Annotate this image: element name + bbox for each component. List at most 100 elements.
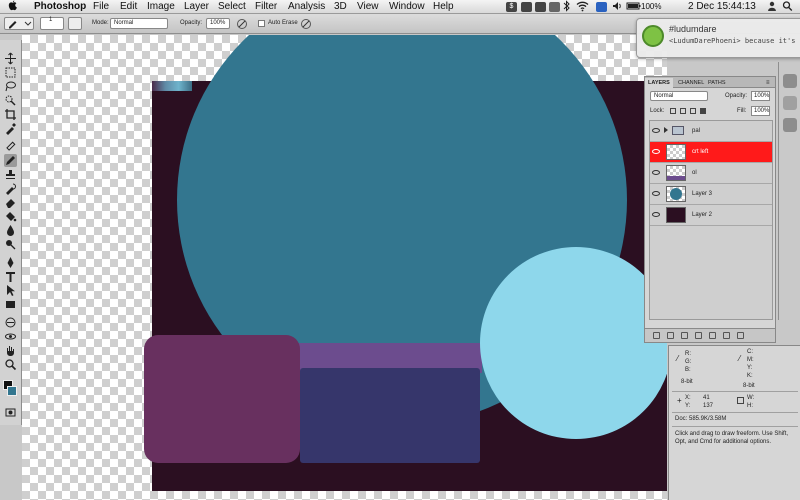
adjustment-layer-icon[interactable] [695,332,702,339]
lock-transparency-icon[interactable] [670,108,676,114]
info-panel: ⁄ R: G: B: ⁄ C: M: Y: K: 8-bit 8-bit + X… [668,345,800,500]
document-canvas[interactable] [22,35,667,500]
background-color-swatch[interactable] [7,386,17,396]
blend-mode-select[interactable]: Normal [650,91,708,101]
link-layers-icon[interactable] [653,332,660,339]
visibility-eye-icon[interactable] [652,212,660,217]
palette-pixels [152,81,192,91]
visibility-eye-icon[interactable] [652,149,660,154]
layer-row-layer-3[interactable]: Layer 3 [650,184,772,205]
apple-icon[interactable] [8,0,17,15]
delete-layer-icon[interactable] [737,332,744,339]
layers-panel-icon[interactable] [783,96,797,110]
status-pause-icon[interactable] [549,2,560,12]
layer-row-ol[interactable]: ol [650,163,772,184]
paint-bucket-tool-icon[interactable] [4,210,17,223]
menu-view[interactable]: View [357,0,379,14]
pen-tool-icon[interactable] [4,256,17,269]
brush-size-picker[interactable]: 1 [40,17,64,30]
input-flag-icon[interactable] [596,2,607,12]
layer-opacity-input[interactable]: 100% [751,91,770,101]
tablet-pressure-icon[interactable] [236,17,248,30]
status-dollar-icon[interactable]: $ [506,2,517,12]
new-group-icon[interactable] [709,332,716,339]
layer-thumbnail [666,186,686,202]
tab-layers[interactable]: LAYERS [645,78,673,88]
eyedropper-tool-icon[interactable] [4,122,17,135]
layers-list: pal crt left ol Layer 3 Layer 2 [649,120,773,320]
tablet-size-icon[interactable] [300,17,312,30]
zoom-tool-icon[interactable] [4,358,17,371]
lock-pixels-icon[interactable] [680,108,686,114]
lock-label: Lock: [650,108,665,114]
3d-rotate-tool-icon[interactable] [4,316,17,329]
menu-filter[interactable]: Filter [255,0,277,14]
clone-stamp-tool-icon[interactable] [4,168,17,181]
pencil-tool-icon[interactable] [4,154,17,167]
opacity-label: Opacity: [180,20,203,26]
layer-row-layer-2[interactable]: Layer 2 [650,205,772,226]
shape-tool-icon[interactable] [4,298,17,311]
photoshop-window: Photoshop File Edit Image Layer Select F… [0,0,800,500]
opacity-input[interactable]: 100% [206,18,230,29]
growl-notification[interactable]: #ludumdare <LudumDarePhoeni> because it'… [636,18,800,58]
menu-layer[interactable]: Layer [184,0,209,14]
blur-tool-icon[interactable] [4,224,17,237]
menu-app-photoshop[interactable]: Photoshop [34,0,86,14]
type-tool-icon[interactable] [4,270,17,283]
add-mask-icon[interactable] [681,332,688,339]
brush-size-value: 1 [49,17,53,23]
lasso-tool-icon[interactable] [4,80,17,93]
hand-tool-icon[interactable] [4,344,17,357]
status-app-icon[interactable] [521,2,532,12]
layer-row-pal[interactable]: pal [650,121,772,142]
panel-menu-icon[interactable]: ≡ [763,78,773,88]
dodge-tool-icon[interactable] [4,238,17,251]
visibility-eye-icon[interactable] [652,128,660,133]
info-r-label: R: [685,351,691,357]
info-x-label: X: [685,395,691,401]
adjustments-panel-icon[interactable] [783,118,797,132]
menu-help[interactable]: Help [433,0,454,14]
clock[interactable]: 2 Dec 15:44:13 [688,0,756,14]
layer-row-crt-left[interactable]: crt left [650,142,772,163]
tool-preset-picker[interactable] [4,17,34,30]
menu-edit[interactable]: Edit [120,0,137,14]
move-tool-icon[interactable] [4,52,17,65]
menu-file[interactable]: File [93,0,109,14]
eraser-tool-icon[interactable] [4,196,17,209]
3d-panel-icon[interactable] [783,74,797,88]
visibility-eye-icon[interactable] [652,170,660,175]
fill-input[interactable]: 100% [751,106,770,116]
visibility-eye-icon[interactable] [652,191,660,196]
spot-healing-tool-icon[interactable] [4,140,17,153]
history-brush-tool-icon[interactable] [4,182,17,195]
crop-tool-icon[interactable] [4,108,17,121]
quick-select-tool-icon[interactable] [4,94,17,107]
auto-erase-checkbox[interactable] [258,20,265,27]
layer-style-icon[interactable] [667,332,674,339]
status-grid-icon[interactable] [535,2,546,12]
layer-thumbnail [666,144,686,160]
brush-panel-toggle-icon[interactable] [68,17,82,30]
lock-all-icon[interactable] [700,108,706,114]
mode-select[interactable]: Normal [110,18,168,29]
marquee-tool-icon[interactable] [4,66,17,79]
quick-mask-icon[interactable] [4,406,17,419]
new-layer-icon[interactable] [723,332,730,339]
menu-3d[interactable]: 3D [334,0,347,14]
tab-paths[interactable]: PATHS [705,78,729,88]
light-blue-circle [480,247,667,439]
group-expand-arrow-icon[interactable] [664,127,668,133]
menu-select[interactable]: Select [218,0,246,14]
tab-channels[interactable]: CHANNEL [675,78,707,88]
menu-window[interactable]: Window [389,0,425,14]
path-select-tool-icon[interactable] [4,284,17,297]
info-k-label: K: [747,373,753,379]
menu-image[interactable]: Image [147,0,175,14]
menu-analysis[interactable]: Analysis [288,0,325,14]
info-y-value: 137 [703,403,714,409]
layer-thumbnail [666,165,686,181]
lock-position-icon[interactable] [690,108,696,114]
3d-orbit-tool-icon[interactable] [4,330,17,343]
